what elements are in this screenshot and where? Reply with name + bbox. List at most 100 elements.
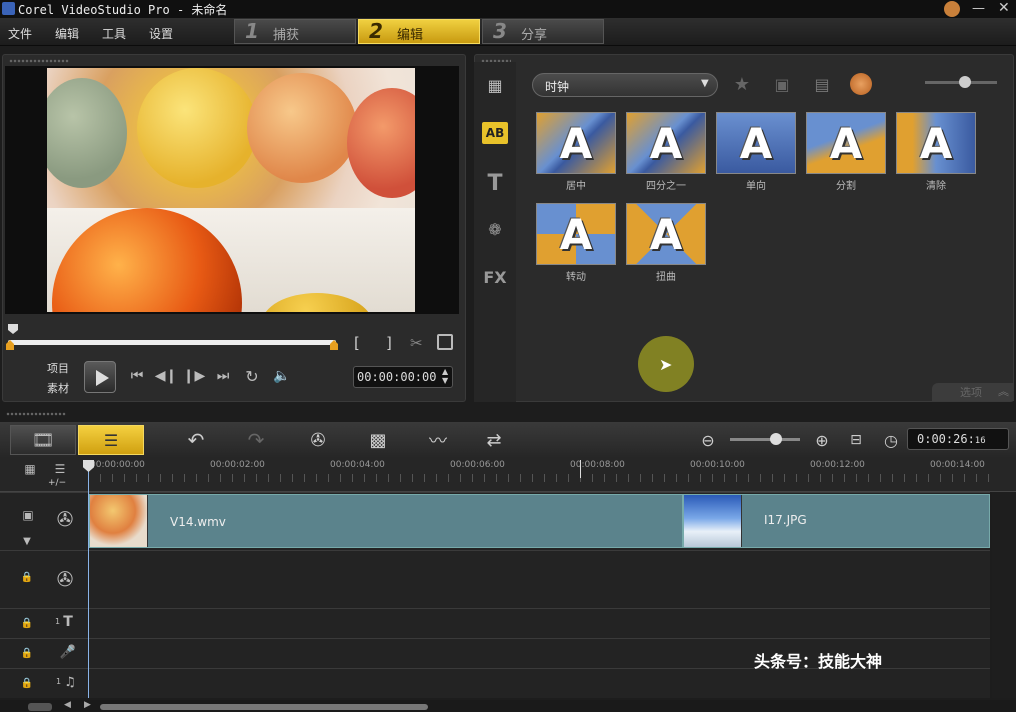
clip-thumbnail [684, 495, 742, 547]
category-dropdown[interactable]: 时钟 ▼ [532, 73, 718, 97]
smart-proxy-icon[interactable]: ▩ [364, 428, 392, 452]
zoom-slider[interactable] [730, 433, 800, 445]
thumbnail-size-slider[interactable] [925, 76, 997, 88]
transition-thumbnail: A [626, 203, 706, 265]
transition-item[interactable]: A 单向 [716, 112, 796, 192]
next-frame-icon[interactable]: ❙▶ [183, 366, 206, 386]
horizontal-scrollbar[interactable]: ◀ ▶ [0, 700, 1016, 712]
enlarge-preview-icon[interactable] [437, 334, 453, 350]
timeline-view-icon[interactable]: ☰ [78, 425, 144, 455]
record-capture-icon[interactable]: ✇ [304, 428, 332, 452]
auto-music-icon[interactable]: ⇄ [480, 428, 508, 452]
slider-thumb[interactable] [959, 76, 971, 88]
close-icon[interactable]: ✕ [998, 0, 1010, 16]
zoom-in-icon[interactable]: ⊕ [812, 430, 832, 450]
undo-icon[interactable]: ↶ [184, 428, 208, 452]
menu-settings[interactable]: 设置 [149, 25, 173, 42]
category-value: 时钟 [545, 80, 570, 94]
lock-icon[interactable]: 🔒 [20, 616, 34, 630]
repeat-icon[interactable]: ↻ [242, 366, 262, 386]
scroll-thumb[interactable] [100, 704, 428, 710]
timecode-spinner-icon[interactable]: ▲ ▼ [442, 367, 448, 385]
timecode-display[interactable]: 00:00:00:00 [353, 366, 453, 388]
title-library-icon[interactable]: T [482, 170, 508, 196]
corel-logo-icon[interactable] [944, 1, 960, 17]
apply-random-icon[interactable]: ▣ [768, 72, 796, 96]
track-number: 1 [56, 677, 62, 686]
transition-item[interactable]: A 转动 [536, 203, 616, 283]
split-clip-icon[interactable]: ✂ [410, 334, 423, 352]
transition-item[interactable]: A 四分之一 [626, 112, 706, 192]
play-button[interactable] [84, 361, 116, 393]
add-to-favorites-icon[interactable]: ★ [728, 72, 756, 96]
apply-current-icon[interactable]: ▤ [808, 72, 836, 96]
transition-label: 单向 [746, 181, 766, 192]
transition-item[interactable]: A 分割 [806, 112, 886, 192]
minimize-icon[interactable]: — [972, 1, 985, 16]
mode-clip[interactable]: 素材 [47, 380, 69, 396]
fit-project-icon[interactable]: ⊟ [846, 430, 866, 450]
chevron-up-icon: ︽ [998, 385, 1009, 398]
tab-edit[interactable]: 2 编辑 [358, 19, 480, 44]
track-expand-icon[interactable]: ▼ [20, 536, 34, 547]
zoom-out-icon[interactable]: ⊖ [698, 430, 718, 450]
ruler-label: 00:00:04:00 [330, 460, 385, 470]
clip-v14[interactable]: V14.wmv [89, 494, 683, 548]
transition-thumbnail: A [806, 112, 886, 174]
tab-share[interactable]: 3 分享 [482, 19, 604, 44]
transition-item[interactable]: A 居中 [536, 112, 616, 192]
voice-track-icon: 🎤 [59, 644, 77, 660]
title-bar: Corel VideoStudio Pro - 未命名 — ✕ [0, 0, 1016, 18]
playhead-handle[interactable] [8, 324, 18, 334]
transition-label: 转动 [566, 272, 586, 283]
ruler-label: 00:00:10:00 [690, 460, 745, 470]
menu-edit[interactable]: 编辑 [55, 25, 79, 42]
transition-library-icon[interactable]: AB [482, 122, 508, 144]
ripple-edit-icon[interactable]: ▣ [16, 508, 40, 522]
filter-library-icon[interactable]: FX [482, 266, 508, 288]
ruler-label: 00:00:02:00 [210, 460, 265, 470]
ruler-marker [580, 460, 581, 478]
tab-capture[interactable]: 1 捕获 [234, 19, 356, 44]
get-more-icon[interactable] [850, 73, 872, 95]
home-icon[interactable]: ⏮ [127, 366, 147, 386]
scroll-left-icon[interactable]: ◀ [64, 700, 71, 710]
timeline-playhead[interactable] [88, 460, 89, 698]
storyboard-view-icon[interactable]: 🎞 [10, 425, 76, 455]
transition-label: 居中 [566, 181, 586, 192]
menu-file[interactable]: 文件 [8, 25, 32, 42]
transition-item[interactable]: A 清除 [896, 112, 976, 192]
lock-icon[interactable]: 🔒 [20, 646, 34, 660]
audio-mixer-icon[interactable]: 〰 [424, 428, 452, 452]
vertical-scrollbar[interactable] [992, 492, 1016, 698]
scroll-right-icon[interactable]: ▶ [84, 700, 91, 710]
mark-in-button[interactable]: [ [354, 334, 360, 352]
lock-icon[interactable]: 🔒 [20, 676, 34, 690]
graphics-library-icon[interactable]: ❁ [482, 218, 508, 240]
lock-icon[interactable]: 🔒 [20, 570, 34, 584]
transition-item[interactable]: A 扭曲 [626, 203, 706, 283]
scrubber[interactable] [6, 324, 338, 350]
media-library-icon[interactable]: ▦ [482, 74, 508, 96]
slider-thumb[interactable] [770, 433, 782, 445]
clip-i17[interactable]: I17.JPG [683, 494, 990, 548]
redo-icon[interactable]: ↷ [244, 428, 268, 452]
chapter-point-icon[interactable]: ☰ [50, 462, 70, 476]
mark-out-button[interactable]: ] [386, 334, 392, 352]
volume-icon[interactable]: 🔈 [272, 366, 292, 386]
transition-label: 清除 [926, 181, 946, 192]
menu-tools[interactable]: 工具 [102, 25, 126, 42]
step-number: 1 [245, 19, 259, 43]
previous-frame-icon[interactable]: ◀❙ [155, 366, 178, 386]
options-button[interactable]: 选项 ︽ [932, 383, 1014, 401]
mode-project[interactable]: 项目 [47, 360, 69, 376]
step-label: 捕获 [273, 28, 300, 43]
app-icon [2, 2, 15, 15]
scrubber-bar [8, 340, 336, 345]
scroll-mode-button[interactable] [28, 703, 52, 711]
add-tracks-button[interactable]: +/− [48, 478, 66, 488]
ruler-label: 00:00:00:00 [90, 460, 145, 470]
project-duration: 0:00:26:16 [907, 428, 1009, 450]
track-manager-icon[interactable]: ▦ [20, 462, 40, 476]
end-icon[interactable]: ⏭ [213, 366, 233, 386]
